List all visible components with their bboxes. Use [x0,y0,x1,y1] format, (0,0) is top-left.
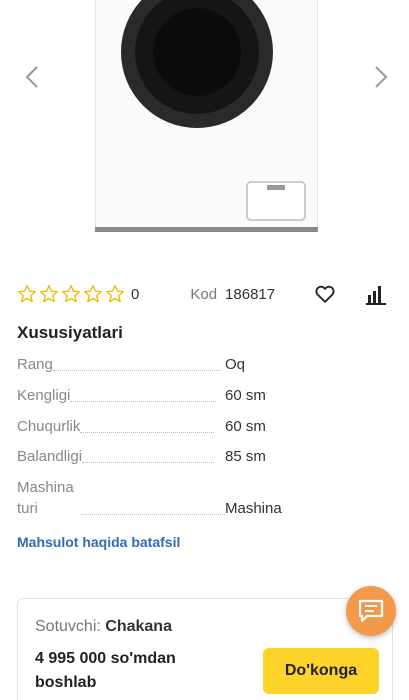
spec-label: Mashina turi [17,477,81,519]
spec-label: Chuqurlik [17,418,81,435]
gallery-next-button[interactable] [366,60,396,94]
product-code-label: Kod [190,285,218,303]
more-details-link[interactable]: Mahsulot haqida batafsil [17,534,180,550]
product-gallery[interactable] [0,0,409,248]
rating-stars[interactable] [17,284,125,304]
chevron-right-icon [375,66,388,88]
product-image [95,0,318,232]
specs-title: Xususiyatlari [17,323,123,342]
price: 4 995 000 so'mdan boshlab [35,647,235,695]
seller-name: Chakana [105,618,172,635]
spec-row-color: Rang Oq [17,354,392,375]
spec-label-line: turi [17,500,38,517]
chevron-left-icon [25,66,38,88]
seller-card: Sotuvchi: Chakana 4 995 000 so'mdan bosh… [17,598,393,700]
seller-line: Sotuvchi: Chakana [35,618,172,636]
heart-icon[interactable] [314,283,336,305]
compare-icon[interactable] [366,283,386,305]
spec-label: Kengligi [17,387,71,404]
spec-row-width: Kengligi 60 sm [17,385,392,406]
star-icon[interactable] [61,284,81,304]
star-icon[interactable] [17,284,37,304]
spec-value: Mashina [225,500,282,517]
spec-value: 60 sm [225,418,266,435]
spec-row-depth: Chuqurlik 60 sm [17,416,392,437]
spec-label-line: Mashina [17,479,74,496]
gallery-prev-button[interactable] [17,60,47,94]
spec-row-height: Balandligi 85 sm [17,446,392,467]
seller-label: Sotuvchi: [35,618,101,635]
spec-dots [70,401,217,402]
star-icon[interactable] [105,284,125,304]
rating-count: 0 [131,285,140,303]
chat-button[interactable] [346,586,396,636]
spec-dots [80,432,215,433]
spec-value: 60 sm [225,387,266,404]
spec-label: Rang [17,356,53,373]
spec-label: Balandligi [17,448,83,465]
product-meta-row: 0 Kod 186817 [17,283,392,305]
spec-row-type: Mashina turi Mashina [17,477,392,519]
spec-value: 85 sm [225,448,266,465]
chat-icon [358,599,384,623]
spec-dots [52,370,221,371]
spec-dots [81,514,225,515]
star-icon[interactable] [39,284,59,304]
spec-dots [82,462,215,463]
price-line: 4 995 000 so'mdan [35,650,176,667]
spec-value: Oq [225,356,246,373]
star-icon[interactable] [83,284,103,304]
go-to-shop-button[interactable]: Do'konga [263,648,379,694]
product-code-value: 186817 [225,285,276,303]
price-line: boshlab [35,674,97,691]
